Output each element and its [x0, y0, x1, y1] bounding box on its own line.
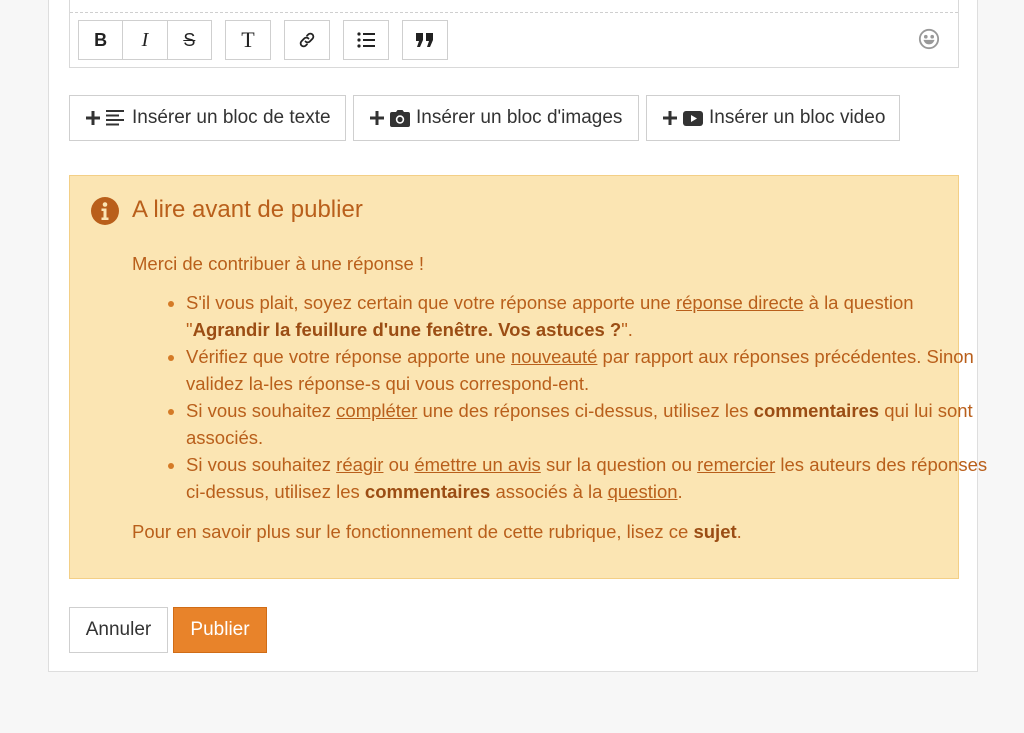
insert-image-block-button[interactable]: Insérer un bloc d'images — [353, 95, 639, 141]
insert-image-block-label: Insérer un bloc d'images — [416, 107, 623, 128]
item-text: sur la question ou — [540, 454, 698, 475]
quote-icon — [416, 33, 433, 47]
thank-link[interactable]: remercier — [697, 454, 775, 475]
text-style-button[interactable]: T — [225, 20, 271, 60]
complete-link[interactable]: compléter — [336, 400, 417, 421]
react-link[interactable]: réagir — [336, 454, 383, 475]
alert-title: A lire avant de publier — [132, 196, 363, 223]
publish-warning-alert: A lire avant de publier Merci de contrib… — [69, 175, 987, 579]
item-text: une des réponses ci-dessus, utilisez les — [417, 400, 754, 421]
bold-button[interactable]: B — [79, 21, 124, 59]
item-text: S'il vous plait, soyez certain que votre… — [186, 292, 676, 313]
text-lines-icon — [106, 110, 124, 126]
topic-link[interactable]: sujet — [693, 521, 736, 542]
alert-guidelines-list: S'il vous plait, soyez certain que votre… — [132, 289, 1001, 505]
insert-text-block-label: Insérer un bloc de texte — [132, 107, 331, 128]
list-icon — [357, 32, 375, 48]
italic-button[interactable]: I — [123, 21, 168, 59]
outro-text: Pour en savoir plus sur le fonctionnemen… — [132, 521, 694, 542]
list-button[interactable] — [343, 20, 389, 60]
editor-toolbar-area: B I S T — [69, 0, 959, 68]
list-item: Vérifiez que votre réponse apporte une n… — [186, 343, 1001, 397]
plus-icon — [370, 111, 384, 125]
item-text: ou — [383, 454, 415, 475]
comments-emphasis: commentaires — [364, 481, 491, 502]
comments-emphasis: commentaires — [753, 400, 880, 421]
insert-video-block-button[interactable]: Insérer un bloc video — [646, 95, 900, 141]
item-text: Vérifiez que votre réponse apporte une — [186, 346, 511, 367]
list-item: Si vous souhaitez compléter une des répo… — [186, 397, 1001, 451]
cancel-button[interactable]: Annuler — [69, 607, 168, 653]
answer-form-card: B I S T Insérer un bloc de texte Insérer… — [48, 0, 987, 672]
question-title: Agrandir la feuillure d'une fenêtre. Vos… — [192, 319, 622, 340]
strikethrough-icon: S — [183, 29, 196, 50]
item-text: Si vous souhaitez — [186, 400, 337, 421]
link-icon — [299, 32, 315, 48]
smiley-icon[interactable] — [918, 28, 940, 50]
italic-icon: I — [141, 28, 149, 51]
question-link[interactable]: question — [608, 481, 678, 502]
give-opinion-link[interactable]: émettre un avis — [414, 454, 540, 475]
bold-icon: B — [94, 29, 108, 50]
list-item: S'il vous plait, soyez certain que votre… — [186, 289, 1001, 343]
insert-video-block-label: Insérer un bloc video — [709, 107, 886, 128]
info-icon — [91, 197, 119, 225]
direct-answer-link[interactable]: réponse directe — [676, 292, 804, 313]
list-item: Si vous souhaitez réagir ou émettre un a… — [186, 451, 1001, 505]
strikethrough-button[interactable]: S — [168, 21, 211, 59]
link-button[interactable] — [284, 20, 330, 60]
plus-icon — [663, 111, 677, 125]
item-text: . — [677, 481, 683, 502]
video-icon — [683, 110, 703, 126]
insert-text-block-button[interactable]: Insérer un bloc de texte — [69, 95, 346, 141]
plus-icon — [86, 111, 100, 125]
outro-text: . — [736, 521, 742, 542]
alert-outro: Pour en savoir plus sur le fonctionnemen… — [132, 521, 742, 543]
alert-intro: Merci de contribuer à une réponse ! — [132, 253, 425, 274]
publish-button[interactable]: Publier — [173, 607, 267, 653]
text-style-icon: T — [241, 27, 255, 52]
item-text: associés à la — [490, 481, 608, 502]
camera-icon — [390, 109, 410, 127]
item-text: Si vous souhaitez — [186, 454, 337, 475]
novelty-link[interactable]: nouveauté — [511, 346, 597, 367]
item-text: ". — [621, 319, 633, 340]
editor-divider — [70, 12, 958, 13]
quote-button[interactable] — [402, 20, 448, 60]
format-button-group: B I S — [78, 20, 212, 60]
